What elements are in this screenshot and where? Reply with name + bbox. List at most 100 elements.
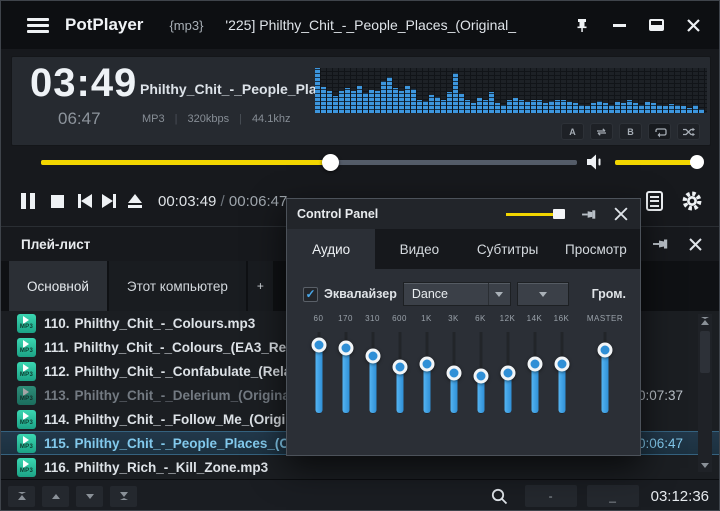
playlist-pin-icon[interactable]	[652, 237, 670, 251]
playlist-title: Плей-лист	[21, 237, 90, 252]
move-up-button[interactable]	[42, 486, 69, 507]
playlist-option-button-1[interactable]: -	[525, 485, 577, 507]
settings-gear-icon[interactable]	[681, 190, 703, 212]
shuffle-icon[interactable]	[677, 123, 700, 140]
spectrum-bar	[399, 91, 404, 114]
scroll-up-icon[interactable]	[698, 314, 712, 328]
stop-button[interactable]	[51, 189, 64, 213]
potplayer-window: PotPlayer {mp3} '225] Philthy_Chit_-_Peo…	[0, 0, 720, 511]
repeat-controls: A B	[561, 123, 700, 140]
eq-slider[interactable]	[597, 330, 613, 416]
play-glyph-icon	[23, 460, 33, 468]
add-playlist-tab[interactable]: +	[248, 261, 273, 311]
eq-slider[interactable]	[473, 330, 489, 416]
previous-button[interactable]	[78, 189, 92, 213]
spectrum-bar	[345, 88, 350, 113]
spectrum-bar	[321, 87, 326, 113]
preset-options-button[interactable]	[517, 282, 569, 306]
playlist-close-icon[interactable]	[688, 237, 703, 252]
seek-handle[interactable]	[322, 154, 339, 171]
maximize-button[interactable]	[646, 15, 666, 35]
eq-slider[interactable]	[311, 330, 327, 416]
spectrum-bar	[411, 89, 416, 113]
tab-Видео[interactable]: Видео	[375, 229, 463, 269]
eq-slider-fill	[315, 345, 322, 413]
preset-dropdown[interactable]: Dance	[403, 282, 511, 306]
control-panel-close-icon[interactable]	[613, 206, 629, 222]
eq-slider-knob[interactable]	[446, 366, 461, 381]
close-button[interactable]	[683, 15, 703, 35]
spectrum-bar	[573, 103, 578, 113]
eq-band-label: 6K	[475, 314, 486, 326]
tab-Аудио[interactable]: Аудио	[287, 229, 375, 269]
seek-bar[interactable]	[41, 160, 577, 165]
equalizer-bands: 601703106001K3K6K12K14K16KMASTER	[305, 314, 640, 416]
eq-band-600: 600	[386, 314, 413, 416]
ab-repeat-b-button[interactable]: B	[619, 123, 642, 140]
eq-band-label: 12K	[500, 314, 516, 326]
loop-icon[interactable]	[590, 123, 613, 140]
move-top-button[interactable]	[8, 486, 35, 507]
eq-slider-knob[interactable]	[598, 342, 613, 357]
eq-slider[interactable]	[527, 330, 543, 416]
panel-volume-handle[interactable]	[553, 209, 565, 219]
playlist-toggle-icon[interactable]	[646, 191, 663, 211]
eq-slider[interactable]	[554, 330, 570, 416]
pin-icon[interactable]	[572, 15, 592, 35]
spectrum-bar	[387, 77, 392, 113]
elapsed-time: 03:49	[30, 61, 137, 106]
eq-slider-knob[interactable]	[527, 356, 542, 371]
playlist-tab-Основной[interactable]: Основной	[9, 261, 107, 311]
eq-slider-knob[interactable]	[311, 337, 326, 352]
eq-band-label: 310	[365, 314, 380, 326]
eq-slider-knob[interactable]	[500, 366, 515, 381]
samplerate: 44.1khz	[252, 113, 291, 125]
play-glyph-icon	[23, 364, 33, 372]
eq-slider-knob[interactable]	[365, 348, 380, 363]
eq-slider-knob[interactable]	[473, 369, 488, 384]
eq-slider[interactable]	[392, 330, 408, 416]
eq-slider-knob[interactable]	[419, 357, 434, 372]
play-glyph-icon	[23, 412, 33, 420]
mp3-file-icon: MP3	[17, 338, 36, 357]
eject-button[interactable]	[128, 189, 142, 213]
playlist-option-button-2[interactable]: _	[587, 485, 639, 507]
scrollbar-thumb[interactable]	[700, 331, 710, 373]
move-down-button[interactable]	[76, 486, 103, 507]
tab-Просмотр[interactable]: Просмотр	[552, 229, 640, 269]
volume-icon[interactable]	[584, 152, 606, 172]
eq-slider[interactable]	[365, 330, 381, 416]
tab-Субтитры[interactable]: Субтитры	[464, 229, 552, 269]
panel-volume-slider[interactable]	[506, 213, 563, 216]
eq-slider-knob[interactable]	[338, 341, 353, 356]
eq-slider[interactable]	[446, 330, 462, 416]
equalizer-checkbox[interactable]: ✓	[303, 287, 318, 302]
scroll-down-icon[interactable]	[698, 458, 712, 472]
preset-value: Dance	[404, 287, 488, 301]
eq-slider[interactable]	[419, 330, 435, 416]
eq-band-MASTER: MASTER	[583, 314, 627, 416]
ab-repeat-a-button[interactable]: A	[561, 123, 584, 140]
playlist-tab-Этот компьютер[interactable]: Этот компьютер	[109, 261, 246, 311]
track-number: 114.	[44, 412, 70, 427]
playlist-row[interactable]: MP3116.Philthy_Rich_-_Kill_Zone.mp3	[1, 455, 719, 479]
minimize-button[interactable]	[609, 15, 629, 35]
next-button[interactable]	[102, 189, 116, 213]
repeat-all-icon[interactable]	[648, 123, 671, 140]
move-bottom-button[interactable]	[110, 486, 137, 507]
eq-slider[interactable]	[500, 330, 516, 416]
control-panel-pin-icon[interactable]	[581, 208, 598, 221]
eq-slider[interactable]	[338, 330, 354, 416]
spectrum-bar	[537, 100, 542, 113]
eq-slider-knob[interactable]	[554, 356, 569, 371]
track-name: Philthy_Rich_-_Kill_Zone.mp3	[75, 460, 269, 475]
menu-icon[interactable]	[27, 15, 49, 36]
track-duration: 0:07:37	[638, 388, 683, 403]
volume-slider[interactable]	[615, 160, 699, 165]
playlist-scrollbar[interactable]	[698, 314, 712, 472]
eq-slider-knob[interactable]	[392, 359, 407, 374]
search-icon[interactable]	[485, 487, 515, 506]
volume-handle[interactable]	[690, 155, 704, 169]
eq-band-1K: 1K	[413, 314, 440, 416]
pause-button[interactable]	[21, 189, 35, 213]
